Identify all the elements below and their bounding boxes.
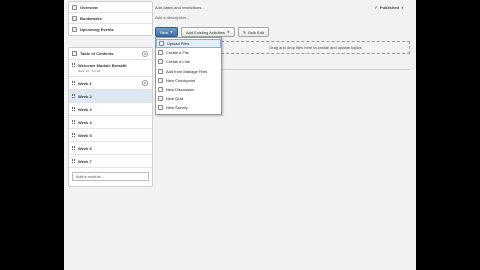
toc-row-week-1[interactable]: Week 1 0 bbox=[69, 77, 152, 90]
menu-item-new-survey[interactable]: New Survey bbox=[156, 103, 221, 112]
main-content: Add dates and restrictions... ✔ Published… bbox=[155, 0, 416, 270]
menu-item-new-checkpoint[interactable]: New Checkpoint bbox=[156, 76, 221, 85]
toc-row-label: Welcome Module Breakfit bbox=[78, 63, 127, 68]
sidebar-nav: Overview Bookmarks Upcoming Events bbox=[68, 1, 153, 36]
drag-handle-icon[interactable] bbox=[72, 81, 75, 85]
nav-item-overview[interactable]: Overview bbox=[69, 2, 152, 13]
nav-item-bookmarks[interactable]: Bookmarks bbox=[69, 13, 152, 24]
dropzone-text: Drag and drop files here to create and u… bbox=[269, 45, 362, 50]
add-module-input[interactable]: Add a module... bbox=[72, 172, 149, 181]
add-description-link[interactable]: Add a description... bbox=[155, 15, 189, 20]
menu-item-label: Add from Manage Files bbox=[166, 68, 208, 74]
nav-item-upcoming-events[interactable]: Upcoming Events bbox=[69, 24, 152, 35]
new-button-label: New bbox=[160, 29, 169, 35]
add-existing-activities-button[interactable]: Add Existing Activities ▼ bbox=[181, 27, 235, 37]
toc-row-week-5[interactable]: Week 5 bbox=[69, 129, 152, 142]
drag-handle-icon[interactable] bbox=[72, 120, 75, 124]
drag-handle-icon[interactable] bbox=[72, 94, 75, 98]
folder-icon bbox=[158, 68, 163, 74]
table-of-contents: Table of Contents 0 Welcome Module Break… bbox=[68, 47, 153, 187]
menu-item-new-discussion[interactable]: New Discussion bbox=[156, 85, 221, 94]
toc-row-label: Week 1 bbox=[78, 80, 92, 86]
menu-item-new-quiz[interactable]: New Quiz bbox=[156, 94, 221, 103]
toc-row-week-4[interactable]: Week 4 bbox=[69, 116, 152, 129]
toc-row-week-3[interactable]: Week 3 bbox=[69, 103, 152, 116]
chevron-down-icon: ▼ bbox=[401, 6, 404, 10]
calendar-icon bbox=[72, 27, 77, 32]
menu-item-label: Create a File bbox=[166, 50, 189, 56]
check-icon: ✔ bbox=[374, 5, 378, 10]
toc-row-week-2[interactable]: Week 2 bbox=[69, 90, 152, 103]
toc-row-label: Week 7 bbox=[78, 158, 92, 164]
menu-item-add-from-manage-files[interactable]: Add from Manage Files bbox=[156, 67, 221, 76]
toc-row-label: Week 2 bbox=[78, 93, 92, 99]
checkpoint-icon bbox=[158, 77, 163, 83]
toc-row-label: Week 3 bbox=[78, 106, 92, 112]
drag-handle-icon[interactable] bbox=[72, 63, 75, 67]
menu-item-label: Create a Link bbox=[166, 59, 190, 65]
toc-row-welcome[interactable]: Welcome Module Breakfit New: 12 · Jul 18 bbox=[69, 60, 152, 77]
toc-row-label: Week 4 bbox=[78, 119, 92, 125]
menu-item-label: New Checkpoint bbox=[166, 77, 196, 83]
menu-item-label: Upload Files bbox=[167, 41, 190, 47]
menu-item-create-file[interactable]: Create a File bbox=[156, 48, 221, 57]
menu-item-upload-files[interactable]: Upload Files bbox=[156, 39, 221, 49]
toc-row-subtitle: New: 12 · Jul 18 bbox=[78, 69, 100, 73]
add-dates-link[interactable]: Add dates and restrictions... bbox=[155, 5, 205, 10]
chevron-down-icon: ▼ bbox=[226, 30, 230, 34]
drag-handle-icon[interactable] bbox=[72, 159, 75, 163]
visibility-toggle[interactable]: ✔ Published ▼ bbox=[375, 5, 404, 10]
module-toolbar: New ▼ Add Existing Activities ▼ ✎ Bulk Edit bbox=[155, 27, 270, 37]
toc-row-label: Week 5 bbox=[78, 132, 92, 138]
toc-row-week-6[interactable]: Week 6 bbox=[69, 142, 152, 155]
toc-icon bbox=[72, 51, 77, 56]
nav-item-label: Bookmarks bbox=[80, 15, 102, 21]
menu-item-label: New Discussion bbox=[166, 87, 195, 93]
quiz-icon bbox=[158, 96, 163, 102]
bulk-edit-button[interactable]: ✎ Bulk Edit bbox=[237, 27, 270, 37]
add-existing-label: Add Existing Activities bbox=[186, 29, 225, 35]
visibility-label: Published bbox=[379, 5, 400, 10]
toc-row-label: Week 6 bbox=[78, 145, 92, 151]
divider bbox=[221, 69, 410, 70]
menu-item-label: New Quiz bbox=[166, 96, 184, 102]
toc-count-badge: 0 bbox=[142, 51, 148, 57]
drag-handle-icon[interactable] bbox=[72, 133, 75, 137]
overview-icon bbox=[72, 4, 77, 10]
toc-header[interactable]: Table of Contents 0 bbox=[69, 48, 152, 60]
bulk-edit-label: Bulk Edit bbox=[248, 29, 265, 35]
toc-row-text: Welcome Module Breakfit New: 12 · Jul 18 bbox=[78, 63, 127, 73]
drag-handle-icon[interactable] bbox=[72, 146, 75, 150]
bookmark-icon bbox=[72, 15, 77, 21]
survey-icon bbox=[158, 105, 163, 111]
new-dropdown-menu: Upload Files Create a File Create a Link… bbox=[155, 37, 222, 115]
menu-item-label: New Survey bbox=[166, 105, 188, 111]
link-icon bbox=[158, 59, 163, 65]
drag-handle-icon[interactable] bbox=[72, 107, 75, 111]
chevron-down-icon: ▼ bbox=[170, 30, 173, 34]
discussion-icon bbox=[158, 87, 163, 93]
pencil-icon: ✎ bbox=[242, 29, 247, 35]
menu-item-create-link[interactable]: Create a Link bbox=[156, 57, 221, 66]
toc-row-badge: 0 bbox=[142, 80, 148, 86]
nav-item-label: Overview bbox=[80, 4, 98, 10]
toc-title: Table of Contents bbox=[80, 51, 114, 56]
file-icon bbox=[158, 50, 163, 56]
upload-icon bbox=[159, 41, 164, 47]
browser-viewport: Overview Bookmarks Upcoming Events Table… bbox=[64, 0, 416, 270]
new-button[interactable]: New ▼ bbox=[155, 27, 178, 37]
nav-item-label: Upcoming Events bbox=[80, 27, 114, 32]
file-dropzone[interactable]: Drag and drop files here to create and u… bbox=[221, 41, 410, 54]
toc-row-week-7[interactable]: Week 7 bbox=[69, 155, 152, 168]
